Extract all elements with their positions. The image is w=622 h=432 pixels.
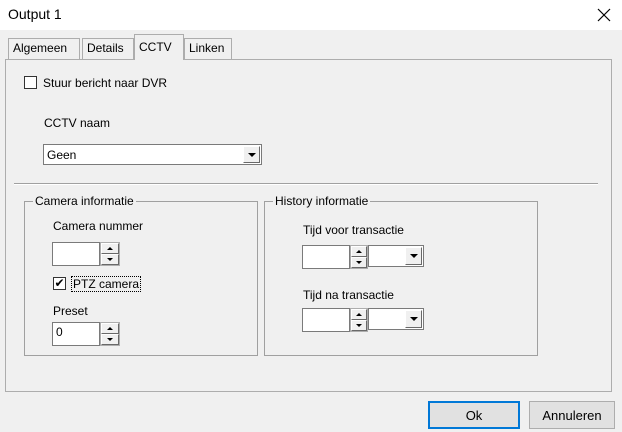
tab-cctv[interactable]: CCTV bbox=[134, 34, 184, 60]
close-button[interactable] bbox=[586, 0, 622, 30]
camera-number-label: Camera nummer bbox=[53, 219, 144, 233]
time-after-unit-dropdown-button[interactable] bbox=[405, 310, 422, 328]
preset-spinner[interactable] bbox=[100, 322, 120, 346]
chevron-down-icon bbox=[409, 254, 418, 258]
panel-top-border-left bbox=[5, 59, 134, 60]
camera-info-legend: Camera informatie bbox=[33, 194, 136, 208]
spin-up-button[interactable] bbox=[351, 309, 367, 320]
camera-number-spinner[interactable] bbox=[100, 242, 120, 266]
spin-up-button[interactable] bbox=[101, 243, 119, 254]
cctv-name-value: Geen bbox=[47, 148, 77, 162]
camera-number-input[interactable] bbox=[52, 242, 100, 266]
time-before-label: Tijd voor transactie bbox=[303, 223, 404, 237]
cctv-name-select[interactable]: Geen bbox=[43, 144, 262, 165]
ptz-camera-checkbox[interactable]: ✔ bbox=[53, 277, 66, 290]
ok-button[interactable]: Ok bbox=[428, 401, 520, 429]
cancel-button[interactable]: Annuleren bbox=[529, 401, 615, 429]
tab-details[interactable]: Details bbox=[82, 38, 134, 59]
spin-down-button[interactable] bbox=[351, 257, 367, 268]
cctv-name-label: CCTV naam bbox=[44, 116, 111, 130]
spin-down-button[interactable] bbox=[101, 254, 119, 265]
arrow-down-icon bbox=[356, 261, 362, 264]
tab-label: Linken bbox=[189, 41, 225, 55]
send-dvr-checkbox[interactable] bbox=[24, 76, 37, 89]
arrow-down-icon bbox=[107, 258, 113, 261]
time-before-unit-dropdown-button[interactable] bbox=[405, 247, 422, 265]
cctv-name-dropdown-button[interactable] bbox=[243, 146, 260, 163]
time-after-unit-select[interactable] bbox=[368, 308, 424, 330]
title-bar bbox=[0, 0, 622, 30]
close-icon bbox=[597, 8, 611, 22]
time-before-input[interactable] bbox=[302, 245, 350, 269]
tab-algemeen[interactable]: Algemeen bbox=[8, 38, 80, 59]
arrow-up-icon bbox=[356, 250, 362, 253]
time-after-label: Tijd na transactie bbox=[303, 288, 394, 302]
time-after-spinner[interactable] bbox=[350, 308, 368, 332]
tab-label: CCTV bbox=[139, 40, 172, 54]
preset-label: Preset bbox=[53, 304, 88, 318]
panel-top-border-right bbox=[184, 59, 612, 60]
preset-input[interactable]: 0 bbox=[52, 322, 100, 346]
spin-down-button[interactable] bbox=[351, 320, 367, 331]
chevron-down-icon bbox=[247, 152, 256, 157]
tab-linken[interactable]: Linken bbox=[184, 38, 232, 59]
spin-up-button[interactable] bbox=[351, 246, 367, 257]
send-dvr-label: Stuur bericht naar DVR bbox=[43, 76, 168, 90]
separator bbox=[14, 183, 598, 185]
arrow-up-icon bbox=[356, 313, 362, 316]
tab-label: Details bbox=[87, 41, 124, 55]
window-title: Output 1 bbox=[8, 6, 62, 22]
arrow-down-icon bbox=[107, 338, 113, 341]
arrow-down-icon bbox=[356, 324, 362, 327]
time-before-unit-select[interactable] bbox=[368, 245, 424, 267]
tab-label: Algemeen bbox=[13, 41, 68, 55]
history-info-legend: History informatie bbox=[273, 194, 371, 208]
time-after-input[interactable] bbox=[302, 308, 350, 332]
ptz-camera-label: PTZ camera bbox=[71, 276, 142, 292]
arrow-up-icon bbox=[107, 327, 113, 330]
spin-up-button[interactable] bbox=[101, 323, 119, 334]
spin-down-button[interactable] bbox=[101, 334, 119, 345]
time-before-spinner[interactable] bbox=[350, 245, 368, 269]
arrow-up-icon bbox=[107, 247, 113, 250]
chevron-down-icon bbox=[409, 317, 418, 321]
